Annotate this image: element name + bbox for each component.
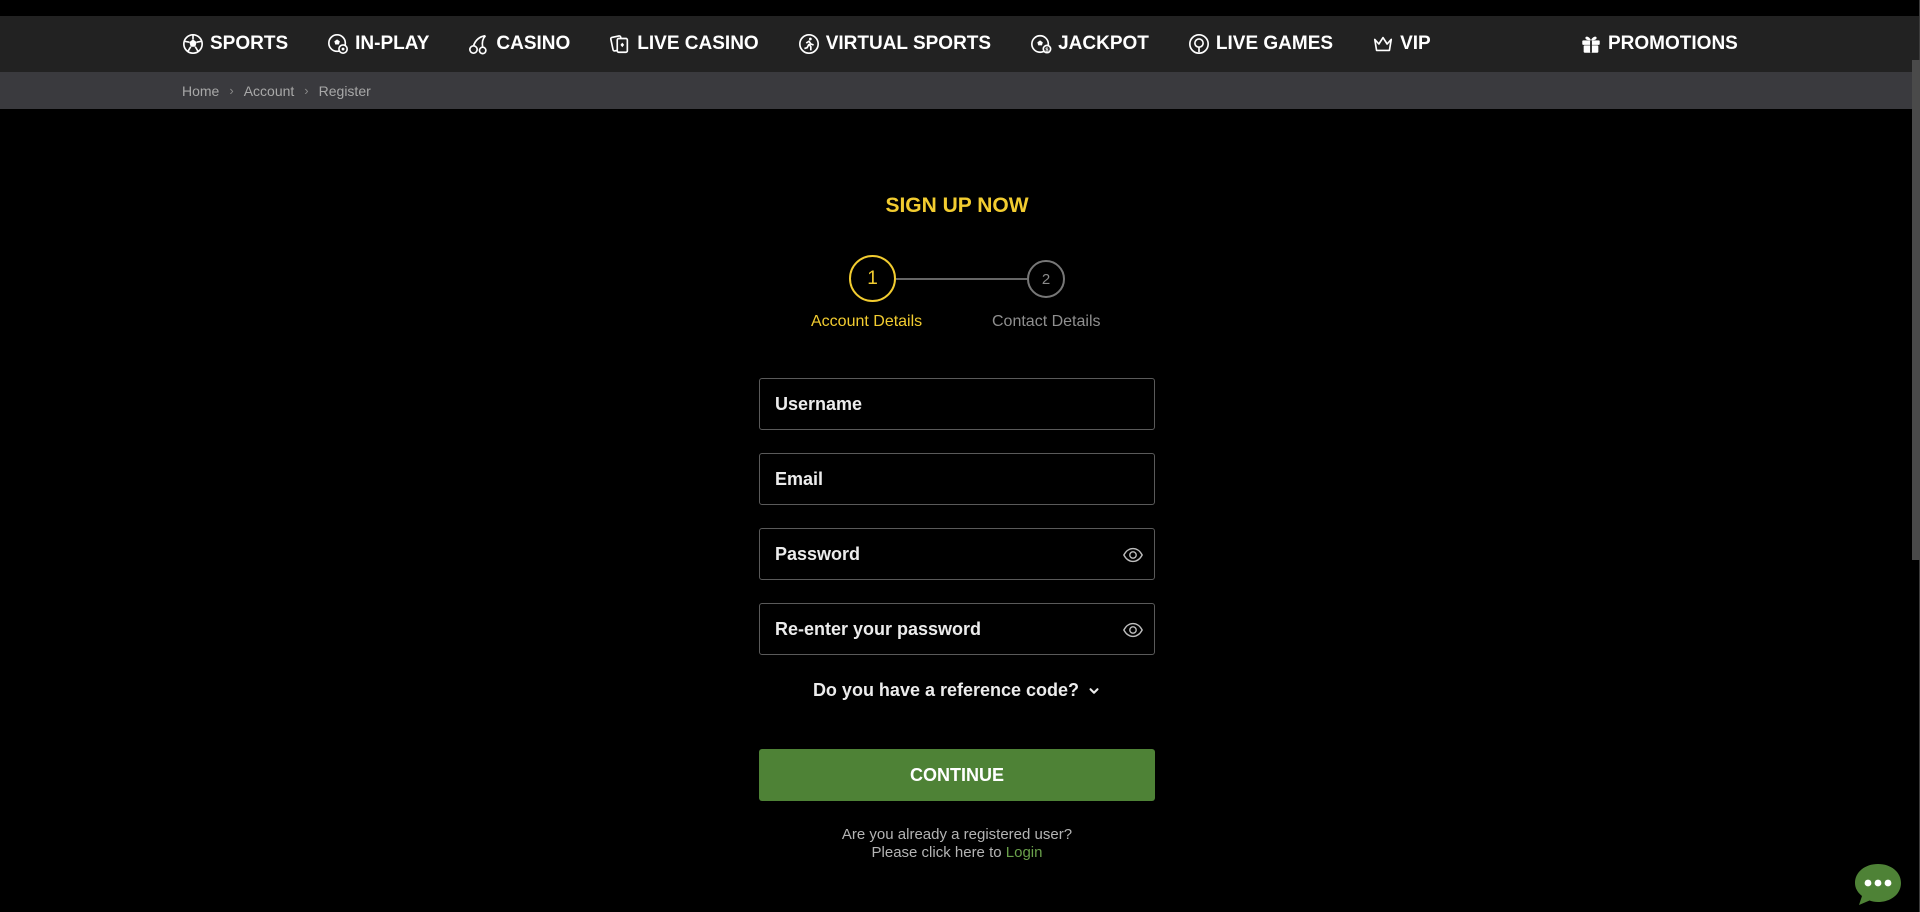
password-input[interactable] — [760, 529, 1154, 579]
continue-button[interactable]: CONTINUE — [759, 749, 1155, 801]
virtual-runner-icon — [798, 34, 819, 54]
login-note: Are you already a registered user? Pleas… — [759, 826, 1155, 862]
breadcrumb-home[interactable]: Home — [182, 83, 219, 99]
chat-icon[interactable] — [1853, 862, 1903, 906]
nav-label-promotions: PROMOTIONS — [1608, 33, 1738, 54]
scrollbar-thumb[interactable] — [1912, 60, 1920, 560]
chevron-right-icon: › — [304, 83, 309, 98]
nav-right: PROMOTIONS — [1580, 16, 1738, 72]
gift-icon — [1582, 36, 1600, 53]
page-title: SIGN UP NOW — [885, 194, 1029, 217]
soccer-ball-icon — [183, 34, 203, 54]
breadcrumb-register: Register — [318, 82, 371, 99]
jackpot-ball-icon: $ — [1031, 34, 1052, 54]
nav-label-jackpot: JACKPOT — [1058, 33, 1149, 54]
email-input[interactable] — [760, 454, 1154, 504]
chevron-right-icon: › — [229, 83, 234, 98]
reference-code-toggle[interactable]: Do you have a reference code? — [759, 680, 1155, 701]
nav-item-virtual-sports[interactable]: VIRTUAL SPORTS — [798, 16, 991, 72]
nav-label-vip: VIP — [1400, 33, 1431, 54]
eye-icon[interactable] — [1122, 619, 1144, 641]
step-2-label: Contact Details — [992, 313, 1101, 330]
main-navbar: SPORTS IN-PLAY CASINO LIVE CASINO VIRTUA… — [0, 16, 1919, 72]
nav-item-casino[interactable]: CASINO — [468, 16, 570, 72]
step-connector — [896, 278, 1027, 280]
breadcrumb-account[interactable]: Account — [244, 83, 295, 99]
step-1-circle: 1 — [849, 255, 896, 302]
live-ball-icon — [328, 34, 349, 54]
password-field-box — [759, 528, 1155, 580]
live-games-icon — [1188, 34, 1209, 54]
step-1-label: Account Details — [811, 313, 923, 330]
nav-item-jackpot[interactable]: $ JACKPOT — [1030, 16, 1149, 72]
top-strip — [0, 0, 1919, 16]
repassword-field-box — [759, 603, 1155, 655]
login-link[interactable]: Login — [1006, 844, 1043, 861]
nav-label-virtual-sports: VIRTUAL SPORTS — [825, 33, 992, 54]
reference-code-label: Do you have a reference code? — [812, 680, 1080, 700]
username-input[interactable] — [760, 379, 1154, 429]
cherry-icon — [469, 34, 488, 55]
nav-item-sports[interactable]: SPORTS — [182, 16, 288, 72]
nav-label-live-casino: LIVE CASINO — [637, 33, 759, 54]
breadcrumb: Home › Account › Register — [182, 72, 371, 109]
nav-label-in-play: IN-PLAY — [355, 33, 430, 54]
nav-item-live-games[interactable]: LIVE GAMES — [1188, 16, 1333, 72]
breadcrumb-bar: Home › Account › Register — [0, 72, 1919, 109]
login-prompt: Please click here to Login — [759, 844, 1155, 862]
step-2-circle: 2 — [1027, 260, 1065, 298]
chevron-down-icon — [1089, 687, 1099, 694]
username-field-box — [759, 378, 1155, 430]
login-prompt-text: Please click here to — [871, 844, 1002, 861]
email-field-box — [759, 453, 1155, 505]
crown-icon — [1374, 36, 1393, 52]
repassword-input[interactable] — [760, 604, 1154, 654]
nav-item-in-play[interactable]: IN-PLAY — [327, 16, 429, 72]
nav-item-live-casino[interactable]: LIVE CASINO — [609, 16, 759, 72]
eye-icon[interactable] — [1122, 544, 1144, 566]
nav-item-promotions[interactable]: PROMOTIONS — [1580, 16, 1738, 72]
registered-question: Are you already a registered user? — [841, 826, 1073, 843]
nav-label-live-games: LIVE GAMES — [1215, 33, 1334, 54]
cards-icon — [610, 35, 629, 54]
nav-left: SPORTS IN-PLAY CASINO LIVE CASINO VIRTUA… — [182, 16, 1470, 72]
nav-item-vip[interactable]: VIP — [1372, 16, 1431, 72]
svg-text:$: $ — [1046, 47, 1049, 53]
nav-label-sports: SPORTS — [210, 33, 289, 54]
nav-label-casino: CASINO — [496, 33, 571, 54]
